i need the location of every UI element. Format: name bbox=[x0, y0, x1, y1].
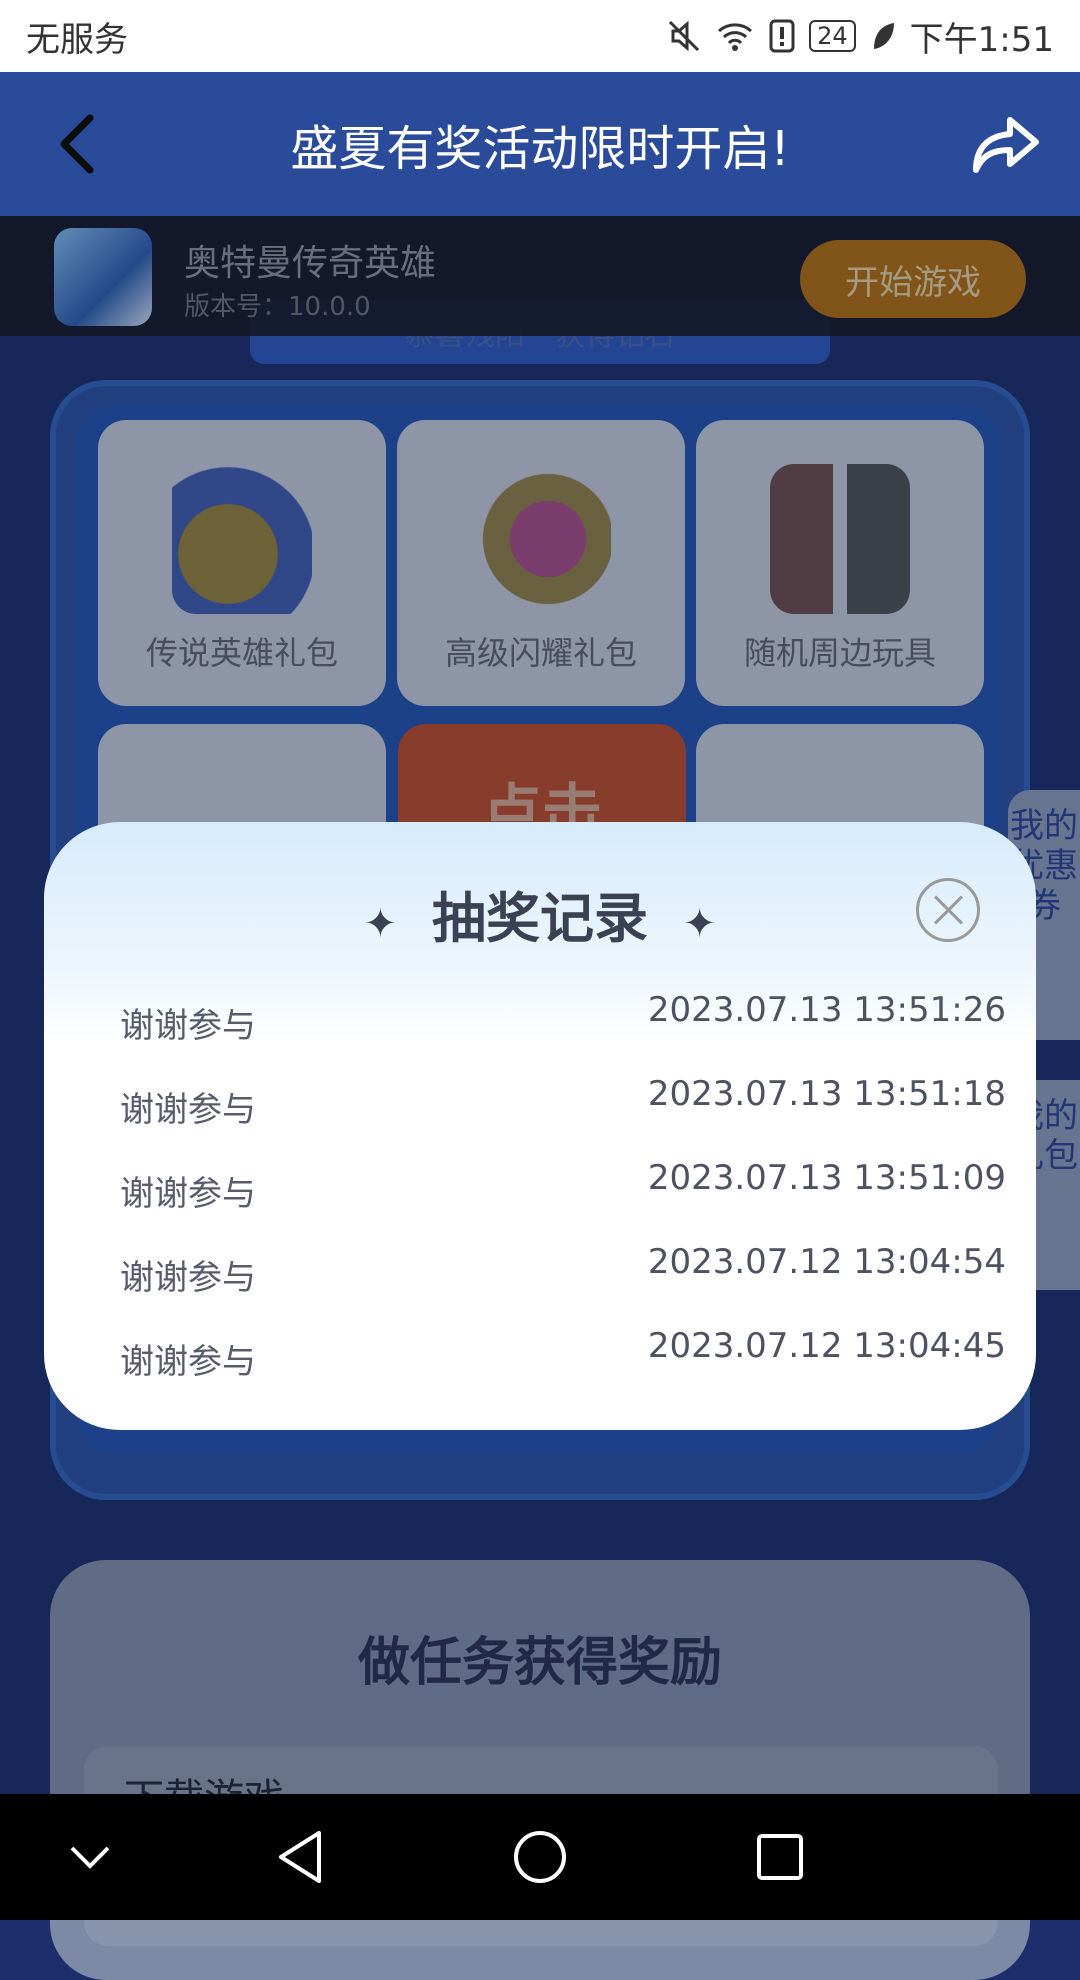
title-bar: 盛夏有奖活动限时开启! bbox=[0, 72, 1080, 216]
record-row: 谢谢参与 2023.07.13 13:51:26 bbox=[120, 990, 1006, 1050]
clock-text: 下午1:51 bbox=[909, 19, 1054, 60]
record-time: 2023.07.12 13:04:45 bbox=[647, 1326, 1006, 1366]
record-name: 谢谢参与 bbox=[120, 1174, 256, 1214]
wifi-icon bbox=[718, 23, 753, 51]
record-time: 2023.07.12 13:04:54 bbox=[647, 1242, 1006, 1282]
mute-icon bbox=[669, 20, 700, 52]
square-recent-icon[interactable] bbox=[720, 1794, 840, 1920]
status-bar: 无服务 24 下午1:51 bbox=[0, 0, 1080, 72]
close-icon[interactable] bbox=[916, 878, 980, 942]
chevron-left-icon[interactable] bbox=[50, 112, 110, 176]
battery-icon: 24 bbox=[809, 20, 856, 52]
chevron-down-icon[interactable] bbox=[30, 1794, 150, 1920]
leaf-icon bbox=[873, 23, 894, 49]
sparkle-icon: ✦ bbox=[682, 901, 717, 947]
status-icons: 24 下午1:51 bbox=[667, 12, 1054, 61]
record-row: 谢谢参与 2023.07.12 13:04:45 bbox=[120, 1326, 1006, 1386]
record-row: 谢谢参与 2023.07.13 13:51:18 bbox=[120, 1074, 1006, 1134]
lottery-record-dialog: ✦ 抽奖记录 ✦ 谢谢参与 2023.07.13 13:51:26 谢谢参与 2… bbox=[44, 822, 1036, 1430]
record-name: 谢谢参与 bbox=[120, 1258, 256, 1298]
share-icon[interactable] bbox=[970, 114, 1040, 174]
system-nav-bar bbox=[0, 1794, 1080, 1920]
record-row: 谢谢参与 2023.07.12 13:04:54 bbox=[120, 1242, 1006, 1302]
alert-icon bbox=[769, 19, 795, 53]
record-time: 2023.07.13 13:51:26 bbox=[647, 990, 1006, 1030]
record-row: 谢谢参与 2023.07.13 13:51:09 bbox=[120, 1158, 1006, 1218]
page-title: 盛夏有奖活动限时开启! bbox=[290, 121, 790, 177]
triangle-back-icon[interactable] bbox=[240, 1794, 360, 1920]
dialog-title: ✦ 抽奖记录 ✦ bbox=[363, 887, 717, 950]
carrier-text: 无服务 bbox=[26, 19, 128, 60]
record-name: 谢谢参与 bbox=[120, 1090, 256, 1130]
record-name: 谢谢参与 bbox=[120, 1342, 256, 1382]
record-name: 谢谢参与 bbox=[120, 1006, 256, 1046]
record-time: 2023.07.13 13:51:18 bbox=[647, 1074, 1006, 1114]
circle-home-icon[interactable] bbox=[480, 1794, 600, 1920]
sparkle-icon: ✦ bbox=[363, 901, 398, 947]
record-time: 2023.07.13 13:51:09 bbox=[647, 1158, 1006, 1198]
